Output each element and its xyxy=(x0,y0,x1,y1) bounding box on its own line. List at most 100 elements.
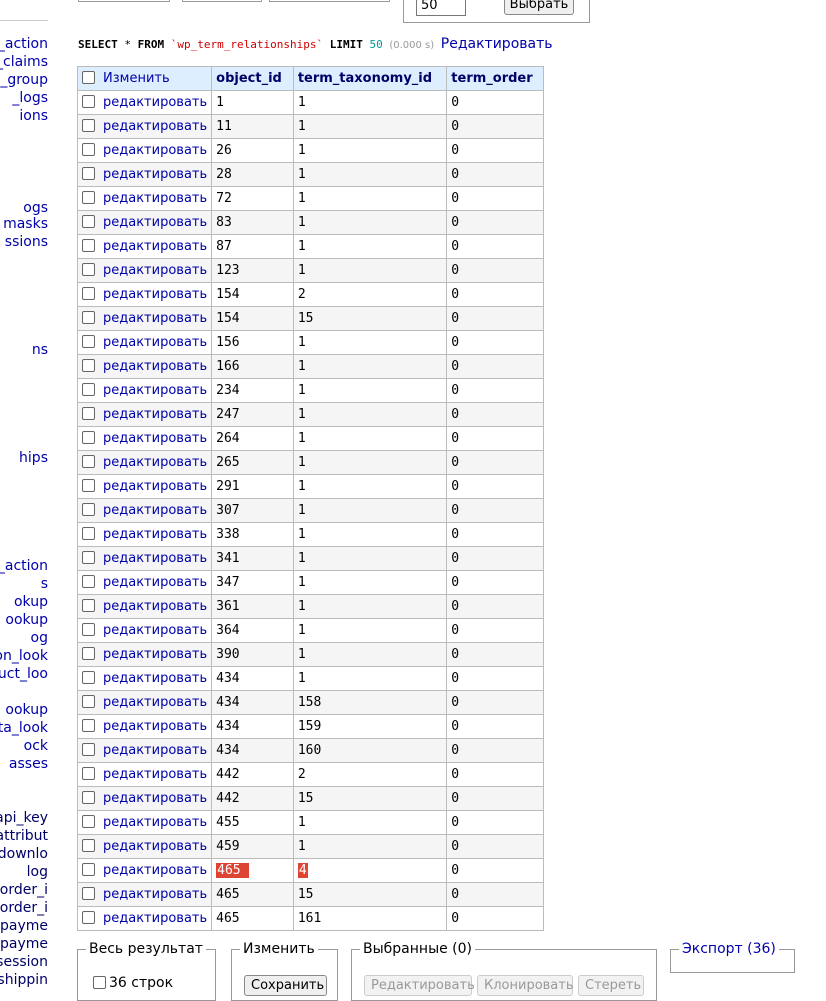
term-taxonomy-id-cell[interactable]: 1 xyxy=(292,426,448,451)
term-order-cell[interactable]: 0 xyxy=(446,114,544,139)
term-taxonomy-id-cell[interactable]: 1 xyxy=(292,186,448,211)
object-id-cell[interactable]: 459 xyxy=(211,834,294,859)
object-id-cell[interactable]: 465 xyxy=(211,906,294,931)
sidebar-table-link[interactable]: shippin xyxy=(0,971,48,989)
sidebar-table-link[interactable]: uct_loo xyxy=(0,665,48,683)
row-edit-link[interactable]: редактировать xyxy=(103,359,207,374)
term-order-cell[interactable]: 0 xyxy=(446,642,544,667)
object-id-cell[interactable]: 154 xyxy=(211,306,294,331)
object-id-cell[interactable]: 1 xyxy=(211,90,294,115)
term-order-cell[interactable]: 0 xyxy=(446,546,544,571)
term-taxonomy-id-cell[interactable]: 159 xyxy=(292,714,448,739)
row-edit-link[interactable]: редактировать xyxy=(103,671,207,686)
object-id-cell[interactable]: 465 xyxy=(211,858,294,883)
sidebar-table-link[interactable]: ookup xyxy=(5,611,48,629)
row-checkbox[interactable] xyxy=(82,335,95,348)
object-id-cell[interactable]: 264 xyxy=(211,426,294,451)
term-order-cell[interactable]: 0 xyxy=(446,714,544,739)
term-order-cell[interactable]: 0 xyxy=(446,258,544,283)
row-edit-link[interactable]: редактировать xyxy=(103,719,207,734)
term-taxonomy-id-cell[interactable]: 1 xyxy=(292,474,448,499)
row-checkbox[interactable] xyxy=(82,191,95,204)
row-edit-link[interactable]: редактировать xyxy=(103,527,207,542)
top-field-2[interactable] xyxy=(182,0,262,2)
term-order-cell[interactable]: 0 xyxy=(446,690,544,715)
row-checkbox[interactable] xyxy=(82,671,95,684)
row-edit-link[interactable]: редактировать xyxy=(103,455,207,470)
row-edit-link[interactable]: редактировать xyxy=(103,95,207,110)
row-checkbox[interactable] xyxy=(82,479,95,492)
term-taxonomy-id-cell[interactable]: 1 xyxy=(292,618,448,643)
term-taxonomy-id-cell[interactable]: 1 xyxy=(292,210,448,235)
object-id-cell[interactable]: 364 xyxy=(211,618,294,643)
sidebar-table-link[interactable]: log xyxy=(27,863,48,881)
object-id-cell[interactable]: 291 xyxy=(211,474,294,499)
object-id-cell[interactable]: 434 xyxy=(211,666,294,691)
term-order-cell[interactable]: 0 xyxy=(446,474,544,499)
term-taxonomy-id-cell[interactable]: 1 xyxy=(292,378,448,403)
row-edit-link[interactable]: редактировать xyxy=(103,263,207,278)
object-id-cell[interactable]: 338 xyxy=(211,522,294,547)
term-order-cell[interactable]: 0 xyxy=(446,306,544,331)
row-edit-link[interactable]: редактировать xyxy=(103,647,207,662)
row-checkbox[interactable] xyxy=(82,527,95,540)
term-taxonomy-id-cell[interactable]: 4 xyxy=(292,858,448,883)
row-edit-link[interactable]: редактировать xyxy=(103,311,207,326)
row-edit-link[interactable]: редактировать xyxy=(103,623,207,638)
term-taxonomy-id-cell[interactable]: 2 xyxy=(292,282,448,307)
term-taxonomy-id-cell[interactable]: 1 xyxy=(292,522,448,547)
header-term-taxonomy-id[interactable]: term_taxonomy_id xyxy=(292,66,448,91)
row-edit-link[interactable]: редактировать xyxy=(103,863,207,878)
select-all-checkbox[interactable] xyxy=(82,71,95,84)
row-checkbox[interactable] xyxy=(82,215,95,228)
term-order-cell[interactable]: 0 xyxy=(446,378,544,403)
row-edit-link[interactable]: редактировать xyxy=(103,215,207,230)
object-id-cell[interactable]: 434 xyxy=(211,738,294,763)
row-checkbox[interactable] xyxy=(82,431,95,444)
object-id-cell[interactable]: 347 xyxy=(211,570,294,595)
row-edit-link[interactable]: редактировать xyxy=(103,431,207,446)
term-order-cell[interactable]: 0 xyxy=(446,834,544,859)
row-checkbox[interactable] xyxy=(82,287,95,300)
term-taxonomy-id-cell[interactable]: 15 xyxy=(292,786,448,811)
row-edit-link[interactable]: редактировать xyxy=(103,503,207,518)
sidebar-table-link[interactable]: ookup xyxy=(5,701,48,719)
term-taxonomy-id-cell[interactable]: 1 xyxy=(292,90,448,115)
sidebar-table-link[interactable]: attribut xyxy=(0,827,48,845)
term-order-cell[interactable]: 0 xyxy=(446,762,544,787)
term-order-cell[interactable]: 0 xyxy=(446,426,544,451)
sidebar-table-link[interactable]: hips xyxy=(19,449,48,467)
row-checkbox[interactable] xyxy=(82,239,95,252)
row-edit-link[interactable]: редактировать xyxy=(103,575,207,590)
row-checkbox[interactable] xyxy=(82,167,95,180)
sidebar-table-link[interactable]: ta_look xyxy=(0,719,48,737)
row-checkbox[interactable] xyxy=(82,359,95,372)
row-checkbox[interactable] xyxy=(82,767,95,780)
object-id-cell[interactable]: 442 xyxy=(211,762,294,787)
row-edit-link[interactable]: редактировать xyxy=(103,143,207,158)
row-checkbox[interactable] xyxy=(82,887,95,900)
term-taxonomy-id-cell[interactable]: 1 xyxy=(292,594,448,619)
row-checkbox[interactable] xyxy=(82,815,95,828)
row-edit-link[interactable]: редактировать xyxy=(103,479,207,494)
row-checkbox[interactable] xyxy=(82,575,95,588)
object-id-cell[interactable]: 455 xyxy=(211,810,294,835)
object-id-cell[interactable]: 442 xyxy=(211,786,294,811)
object-id-cell[interactable]: 361 xyxy=(211,594,294,619)
select-button[interactable]: Выбрать xyxy=(504,0,574,15)
object-id-cell[interactable]: 26 xyxy=(211,138,294,163)
row-edit-link[interactable]: редактировать xyxy=(103,599,207,614)
row-edit-link[interactable]: редактировать xyxy=(103,743,207,758)
sidebar-table-link[interactable]: ions xyxy=(19,107,48,125)
sidebar-table-link[interactable]: ock xyxy=(24,737,48,755)
term-taxonomy-id-cell[interactable]: 161 xyxy=(292,906,448,931)
term-taxonomy-id-cell[interactable]: 1 xyxy=(292,666,448,691)
term-taxonomy-id-cell[interactable]: 1 xyxy=(292,330,448,355)
object-id-cell[interactable]: 166 xyxy=(211,354,294,379)
edit-query-link[interactable]: Редактировать xyxy=(441,36,553,52)
term-taxonomy-id-cell[interactable]: 1 xyxy=(292,354,448,379)
whole-result-checkbox[interactable] xyxy=(93,976,106,989)
term-order-cell[interactable]: 0 xyxy=(446,498,544,523)
term-taxonomy-id-cell[interactable]: 1 xyxy=(292,258,448,283)
term-order-cell[interactable]: 0 xyxy=(446,186,544,211)
